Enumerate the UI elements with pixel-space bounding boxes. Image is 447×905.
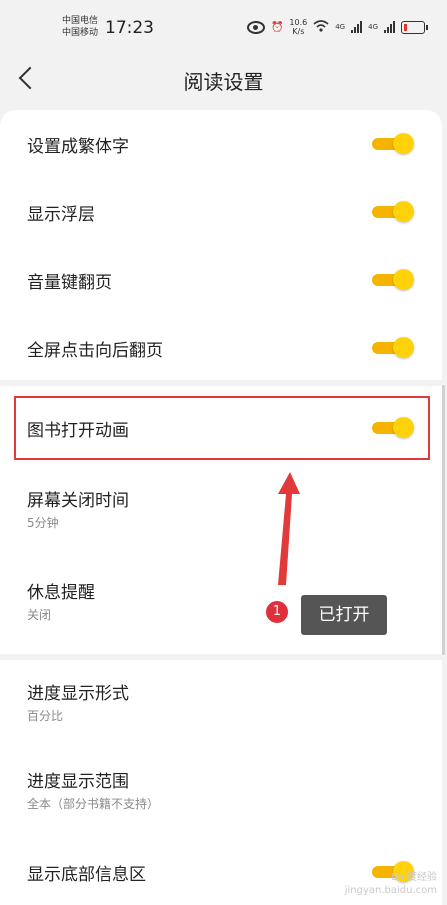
annotation-tooltip: 已打开: [301, 595, 387, 635]
watermark-brand: Bai度经验: [391, 872, 437, 883]
step-badge: 1: [264, 599, 290, 625]
arrow-icon: [278, 472, 300, 585]
watermark-url: jingyan.baidu.com: [344, 885, 437, 896]
watermark: Bai度经验 jingyan.baidu.com: [345, 871, 437, 897]
